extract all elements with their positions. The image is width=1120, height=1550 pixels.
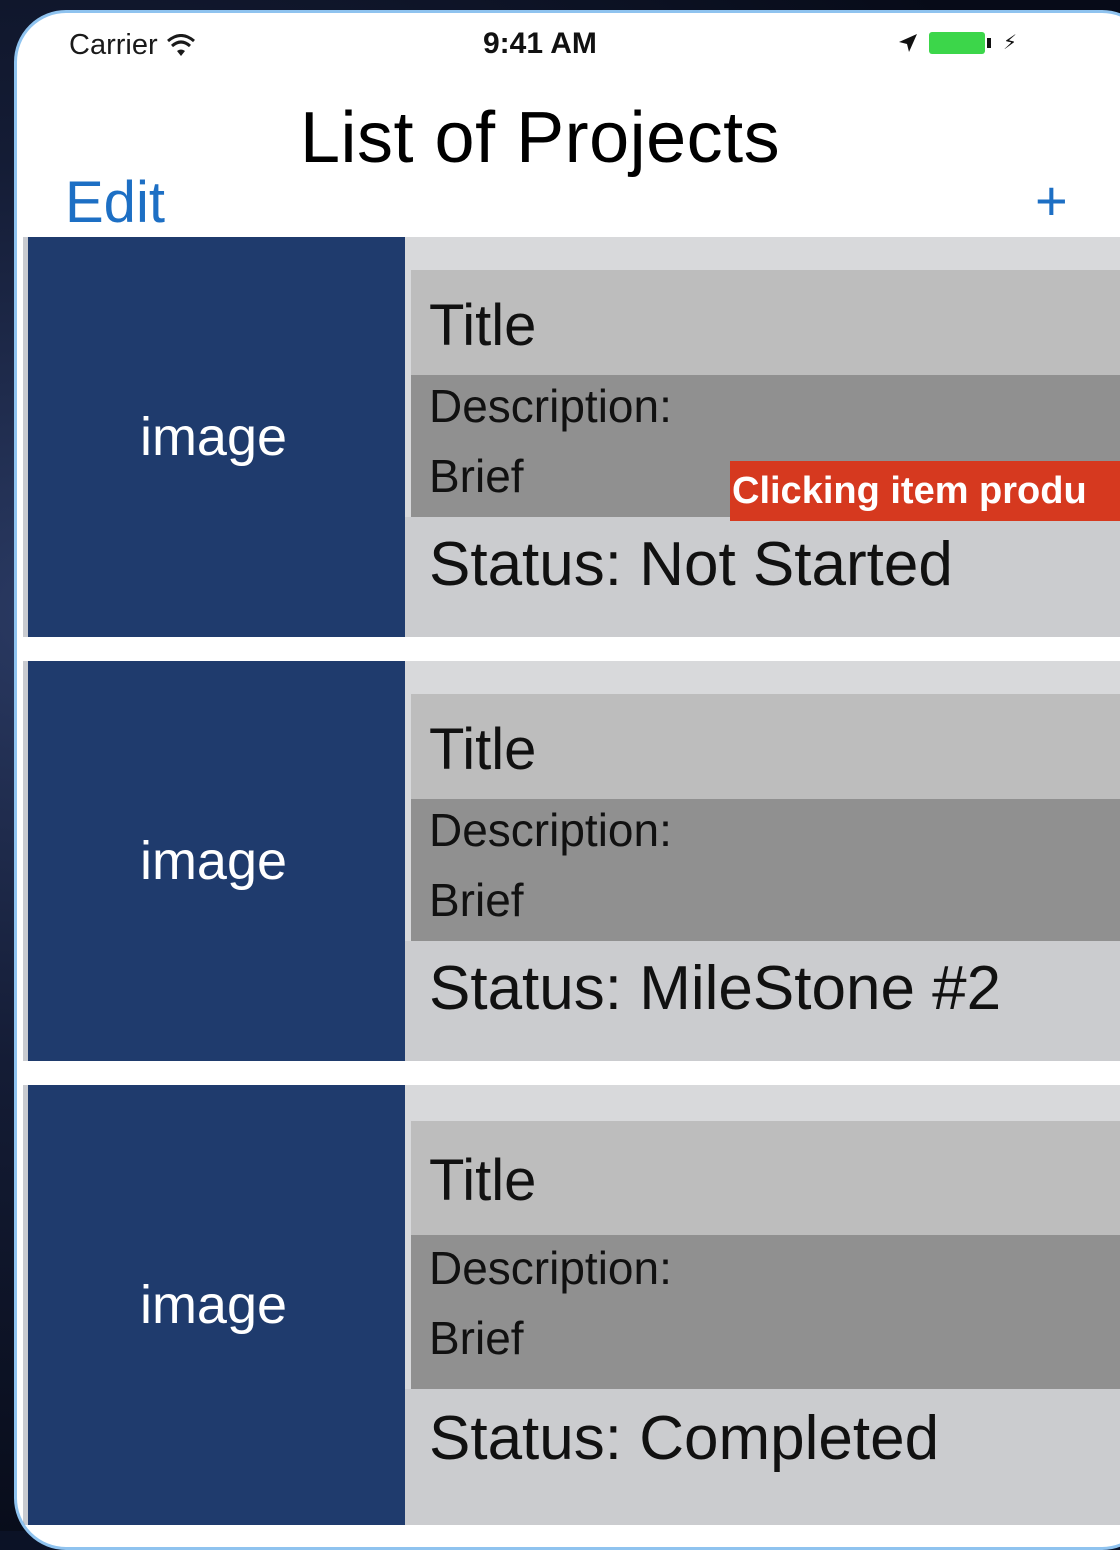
project-description: Brief (429, 874, 524, 926)
project-description-label: Description: (429, 380, 672, 432)
title-band: Title (411, 270, 1120, 375)
bolt-icon: ⚡ (1003, 32, 1018, 54)
carrier-label: Carrier (69, 29, 158, 61)
project-status: Status: Completed (429, 1404, 940, 1473)
project-title: Title (429, 1148, 537, 1213)
project-image-label: image (139, 407, 288, 467)
clock: 9:41 AM (483, 27, 597, 60)
description-band: Description: Brief (411, 1235, 1120, 1389)
phone-screen: Carrier 9:41 AM ⚡ List of Projects Edit … (14, 10, 1120, 1550)
project-title: Title (429, 293, 537, 358)
edit-button[interactable]: Edit (65, 169, 165, 236)
status-band: Status: MileStone #2 (405, 941, 1120, 1061)
project-image: image (23, 661, 405, 1061)
project-description-label: Description: (429, 804, 672, 856)
project-image-label: image (139, 831, 288, 891)
add-project-button[interactable]: + (1035, 173, 1068, 229)
project-row[interactable]: image Title Description: Brief Status: M… (23, 661, 1120, 1061)
project-status: Status: Not Started (429, 530, 953, 599)
battery-tip (987, 37, 991, 48)
hint-tooltip: Clicking item produ (730, 461, 1120, 521)
project-title: Title (429, 717, 537, 782)
battery-icon (929, 31, 991, 54)
project-status: Status: MileStone #2 (429, 954, 1002, 1023)
page-title: List of Projects (300, 98, 781, 178)
battery-level (929, 31, 985, 54)
project-image: image (23, 237, 405, 637)
project-row[interactable]: image Title Description: Brief Status: N… (23, 237, 1120, 637)
description-band: Description: Brief (411, 799, 1120, 941)
project-row[interactable]: image Title Description: Brief Status: C… (23, 1085, 1120, 1525)
project-image: image (23, 1085, 405, 1525)
project-description-label: Description: (429, 1242, 672, 1294)
wifi-icon (166, 33, 195, 56)
carrier-group: Carrier (69, 29, 196, 62)
project-description: Brief (429, 450, 524, 502)
status-band: Status: Not Started (405, 517, 1120, 637)
status-bar: Carrier 9:41 AM ⚡ (17, 13, 1117, 73)
status-band: Status: Completed (405, 1389, 1120, 1525)
status-right-group: ⚡ (897, 30, 1017, 55)
location-icon (899, 33, 917, 52)
title-band: Title (411, 1121, 1120, 1235)
project-content: Title Description: Brief Status: Not Sta… (405, 237, 1120, 637)
project-content: Title Description: Brief Status: MileSto… (405, 661, 1120, 1061)
project-description: Brief (429, 1312, 524, 1364)
project-content: Title Description: Brief Status: Complet… (405, 1085, 1120, 1525)
title-band: Title (411, 694, 1120, 799)
project-image-label: image (139, 1275, 288, 1335)
